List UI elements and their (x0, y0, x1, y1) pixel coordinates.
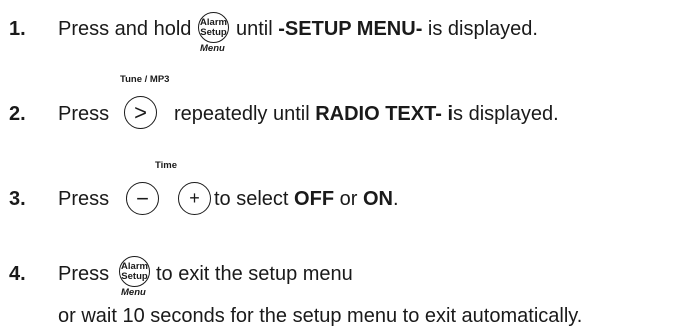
step-number: 2. (9, 103, 26, 125)
alarm-setup-button-icon: Alarm Setup (119, 256, 150, 287)
step-text-after: repeatedly until RADIO TEXT- is displaye… (174, 103, 559, 125)
button-label-setup: Setup (121, 270, 148, 282)
step-text-after: to select OFF or ON. (214, 188, 399, 210)
minus-icon: − (136, 185, 149, 211)
step-text-before: Press (58, 103, 110, 125)
step-text-before: Press (58, 188, 110, 210)
radio-text-label: RADIO TEXT- i (315, 103, 454, 125)
plus-icon: + (189, 188, 200, 208)
step-number: 3. (9, 188, 26, 210)
menu-caption: Menu (121, 287, 146, 298)
step-continuation: or wait 10 seconds for the setup menu to… (58, 305, 583, 327)
step-number: 4. (9, 263, 26, 285)
minus-button-icon: − (126, 182, 159, 215)
tune-next-button-icon: > (124, 96, 157, 129)
step-text-after: to exit the setup menu (156, 263, 353, 285)
time-caption: Time (155, 160, 178, 171)
on-label: ON (362, 188, 393, 210)
step-text-before: Press (58, 263, 110, 285)
button-label-alarm: Alarm (121, 260, 148, 272)
off-label: OFF (294, 188, 335, 210)
step-4: 4. Press Alarm Setup Menu to exit the se… (0, 0, 696, 327)
chevron-right-icon: > (134, 99, 147, 125)
tune-mp3-caption: Tune / MP3 (120, 74, 170, 85)
plus-button-icon: + (178, 182, 211, 215)
